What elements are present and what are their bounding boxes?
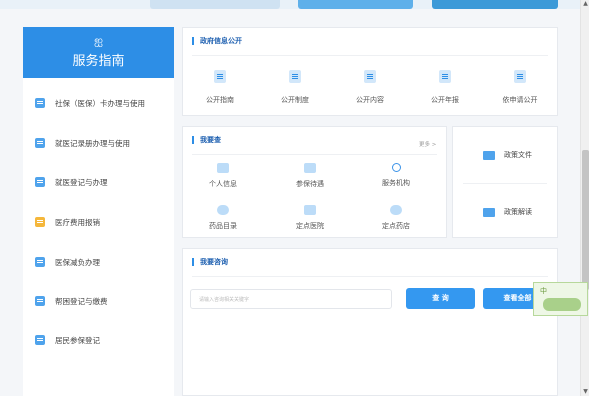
lookup-item[interactable]: 药品目录: [193, 205, 253, 231]
sidebar-item-label: 社保（医保）卡办理与使用: [55, 98, 145, 108]
reduce-burden-icon: [35, 257, 45, 267]
divider: [192, 154, 437, 155]
divider: [192, 55, 548, 56]
lookup-item[interactable]: 参保待遇: [280, 163, 340, 189]
sidebar-item-register[interactable]: 就医登记与办理: [35, 172, 108, 192]
system-doc-icon: [289, 70, 301, 83]
sidebar-item-label: 帮困登记与缴费: [55, 296, 108, 306]
panel-title: 政府信息公开: [192, 37, 242, 45]
sidebar-item-reduce-burden[interactable]: 医保减负办理: [35, 252, 100, 272]
resident-icon: [35, 335, 45, 345]
reimburse-icon: [35, 217, 45, 227]
gov-info-item-label: 公开制度: [281, 96, 309, 104]
sidebar-item-reimburse[interactable]: 医疗费用报销: [35, 212, 100, 232]
gov-info-item-label: 公开指南: [206, 96, 234, 104]
top-banner-strip: [0, 0, 580, 9]
consult-search-input[interactable]: 请输入咨询相关关键字: [190, 289, 392, 309]
record-book-icon: [35, 138, 45, 148]
vertical-scrollbar[interactable]: ▲ ▼: [580, 0, 589, 396]
service-guide-sidebar: ஐ 服务指南 社保（医保）卡办理与使用 就医记录册办理与使用 就医登记与办理 医…: [23, 27, 174, 396]
hospital-icon: [304, 205, 316, 215]
sidebar-item-payment[interactable]: 帮困登记与缴费: [35, 291, 108, 311]
sidebar-item-card[interactable]: 社保（医保）卡办理与使用: [35, 93, 145, 113]
sidebar-item-record-book[interactable]: 就医记录册办理与使用: [35, 133, 130, 153]
gov-info-item-label: 公开年报: [431, 96, 459, 104]
apply-edit-icon: [514, 70, 526, 83]
scroll-thumb[interactable]: [582, 150, 589, 290]
sidebar-item-label: 居民参保登记: [55, 335, 100, 345]
lookup-item-label: 定点药店: [382, 222, 410, 230]
policy-read-link[interactable]: 政策解读: [483, 207, 532, 217]
lookup-panel: 我要查 更多 > 个人信息 参保待遇 服务机构 药品目录 定点医院 定点药店: [182, 126, 447, 238]
lookup-item-label: 服务机构: [382, 179, 410, 187]
lookup-item-label: 个人信息: [209, 180, 237, 188]
gov-info-item[interactable]: 公开指南: [190, 70, 250, 105]
policy-box: 政策文件 政策解读: [452, 126, 558, 238]
lookup-item[interactable]: 服务机构: [366, 163, 426, 188]
lookup-item-label: 药品目录: [209, 222, 237, 230]
panel-title: 我要咨询: [192, 258, 228, 266]
policy-read-label: 政策解读: [504, 208, 532, 216]
lookup-item-label: 定点医院: [296, 222, 324, 230]
gov-info-item[interactable]: 公开制度: [265, 70, 325, 105]
content-doc-icon: [364, 70, 376, 83]
policy-files-label: 政策文件: [504, 151, 532, 159]
sidebar-item-label: 就医登记与办理: [55, 177, 108, 187]
panel-title: 我要查: [192, 136, 221, 144]
sidebar-item-label: 就医记录册办理与使用: [55, 138, 130, 148]
folder-icon: [483, 150, 495, 160]
lookup-item-label: 参保待遇: [296, 180, 324, 188]
policy-read-icon: [483, 207, 495, 217]
lookup-item[interactable]: 定点医院: [280, 205, 340, 231]
gov-info-item-label: 公开内容: [356, 96, 384, 104]
gov-info-item[interactable]: 公开年报: [415, 70, 475, 105]
service-guide-icon: ஐ: [94, 34, 103, 47]
register-icon: [35, 177, 45, 187]
divider: [192, 276, 548, 277]
banner-image-3[interactable]: [432, 0, 558, 9]
banner-image-1[interactable]: [150, 0, 280, 9]
divider: [463, 183, 547, 184]
gov-info-item[interactable]: 依申请公开: [490, 70, 550, 105]
scroll-up-arrow-icon[interactable]: ▲: [582, 0, 589, 8]
sidebar-header[interactable]: ஐ 服务指南: [23, 27, 174, 78]
floating-ad[interactable]: 中: [533, 282, 588, 316]
pharmacy-icon: [390, 205, 402, 215]
gov-info-item[interactable]: 公开内容: [340, 70, 400, 105]
person-card-icon: [217, 163, 229, 173]
gov-info-item-label: 依申请公开: [502, 96, 538, 104]
lookup-item[interactable]: 个人信息: [193, 163, 253, 189]
payment-icon: [35, 296, 45, 306]
sidebar-title: 服务指南: [72, 54, 125, 69]
query-button[interactable]: 查 询: [406, 288, 475, 309]
sidebar-item-label: 医疗费用报销: [55, 217, 100, 227]
floating-ad-label: 中: [540, 287, 547, 295]
sidebar-item-resident[interactable]: 居民参保登记: [35, 330, 100, 350]
guide-doc-icon: [214, 70, 226, 83]
benefit-icon: [304, 163, 316, 173]
consult-panel: 我要咨询 请输入咨询相关关键字 查 询 查看全部: [182, 248, 558, 396]
lotus-leaf-icon: [543, 298, 581, 311]
gov-info-panel: 政府信息公开 公开指南 公开制度 公开内容 公开年报 依申请公开: [182, 27, 558, 116]
lookup-item[interactable]: 定点药店: [366, 205, 426, 231]
pill-icon: [217, 205, 229, 215]
annual-report-icon: [439, 70, 451, 83]
sidebar-item-label: 医保减负办理: [55, 257, 100, 267]
more-link[interactable]: 更多 >: [419, 140, 436, 148]
policy-files-link[interactable]: 政策文件: [483, 150, 532, 160]
scroll-down-arrow-icon[interactable]: ▼: [582, 388, 589, 396]
headset-icon: [391, 163, 401, 172]
card-icon: [35, 98, 45, 108]
banner-image-2[interactable]: [298, 0, 413, 9]
